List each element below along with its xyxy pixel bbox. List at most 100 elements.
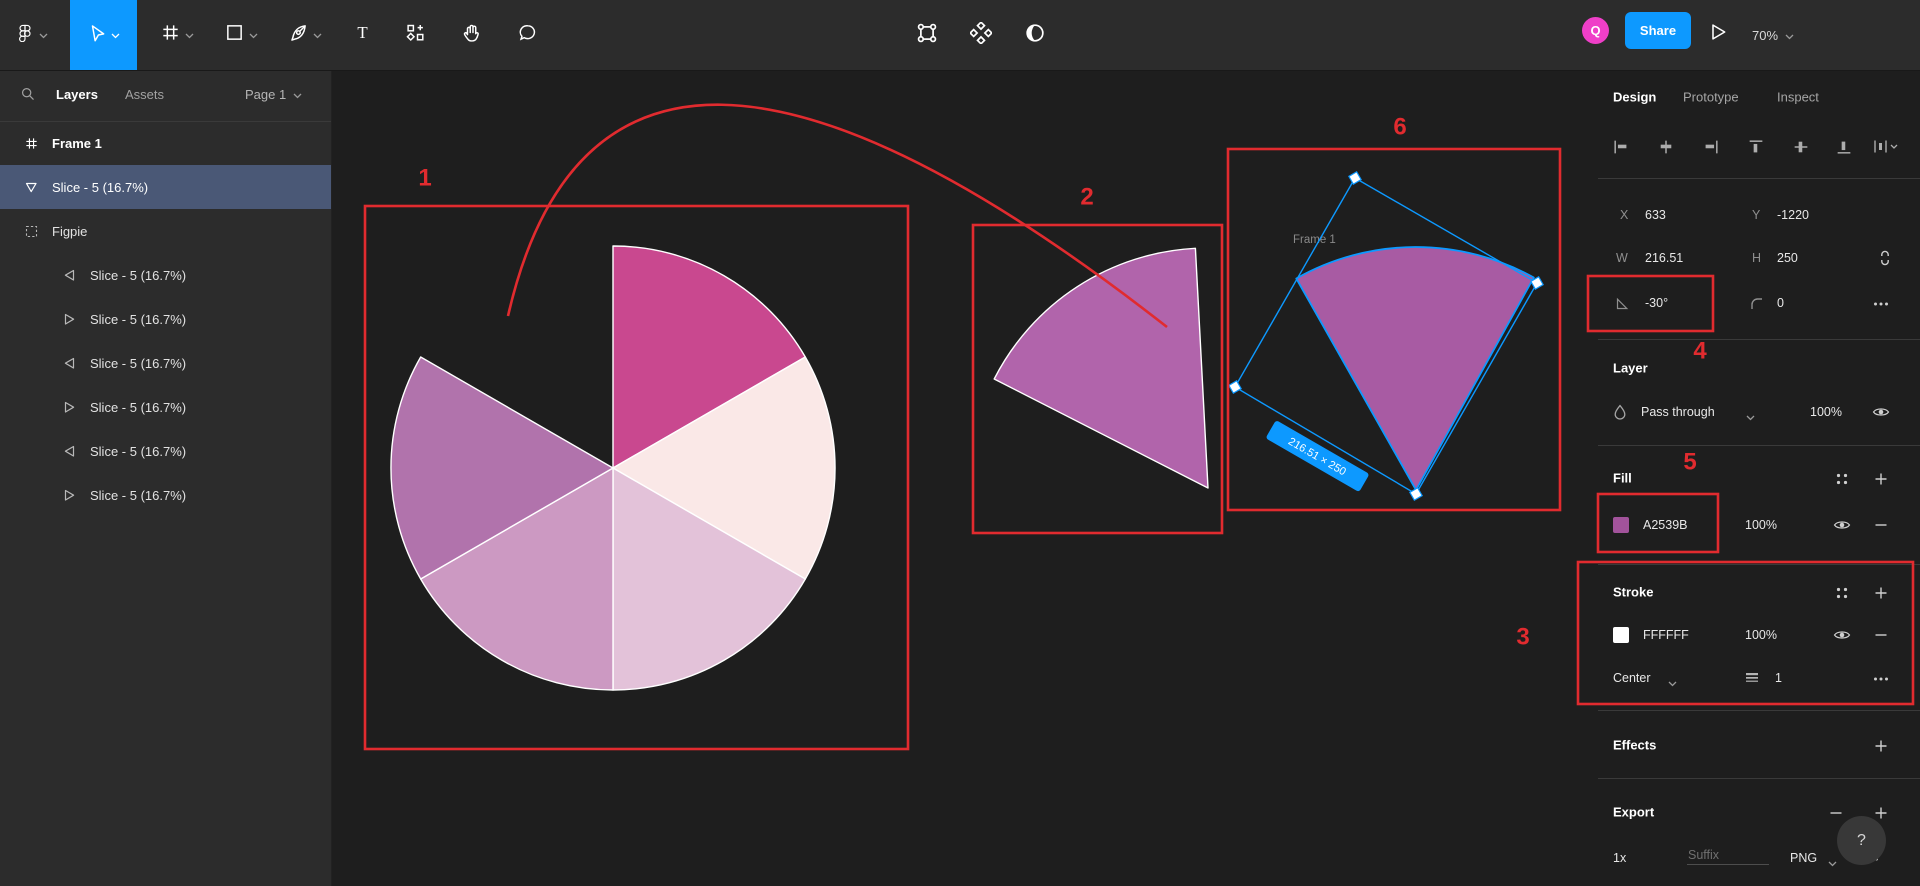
- move-tool-button[interactable]: [70, 0, 137, 70]
- layer-label: Slice - 5 (16.7%): [52, 180, 148, 195]
- remove-stroke-icon[interactable]: [1872, 626, 1890, 649]
- pen-tool-button[interactable]: [276, 0, 334, 70]
- blend-mode-select[interactable]: Pass through: [1641, 405, 1715, 419]
- tab-assets[interactable]: Assets: [125, 87, 164, 102]
- dashed-frame-icon: [24, 224, 39, 239]
- align-vertical-center-icon[interactable]: [1792, 138, 1810, 161]
- w-field[interactable]: 216.51: [1645, 251, 1683, 265]
- styles-icon[interactable]: [1833, 584, 1851, 607]
- toolbar-center-tools: [916, 0, 1046, 70]
- figma-menu-tool-button[interactable]: [0, 0, 64, 70]
- comment-tool-button[interactable]: [504, 0, 550, 70]
- x-field[interactable]: 633: [1645, 208, 1666, 222]
- share-button[interactable]: Share: [1625, 12, 1691, 49]
- chevron-down-icon[interactable]: [111, 26, 120, 44]
- hand-icon: [462, 23, 481, 47]
- triangle-left-icon: [62, 444, 77, 459]
- layer-opacity-field[interactable]: 100%: [1810, 405, 1842, 419]
- export-section-title: Export: [1613, 805, 1654, 820]
- export-format-select[interactable]: PNG: [1790, 851, 1817, 865]
- triangle-left-icon: [62, 268, 77, 283]
- export-suffix-input[interactable]: [1687, 846, 1769, 865]
- tab-inspect[interactable]: Inspect: [1777, 90, 1819, 105]
- layers-sidebar: Layers Assets Page 1 Frame 1 Slice - 5 (1…: [0, 71, 332, 886]
- h-field[interactable]: 250: [1777, 251, 1798, 265]
- pen-icon: [289, 23, 308, 47]
- stroke-opacity-field[interactable]: 100%: [1745, 628, 1777, 642]
- chevron-down-icon[interactable]: [249, 26, 258, 44]
- tab-design[interactable]: Design: [1613, 90, 1656, 105]
- fill-color-swatch[interactable]: [1613, 517, 1629, 533]
- align-bottom-icon[interactable]: [1835, 138, 1853, 161]
- text-tool-button[interactable]: T: [340, 0, 384, 70]
- layer-row[interactable]: Slice - 5 (16.7%): [0, 429, 331, 473]
- layer-row[interactable]: Slice - 5 (16.7%): [0, 473, 331, 517]
- w-label: W: [1616, 251, 1628, 265]
- more-options-icon[interactable]: [1872, 295, 1890, 318]
- align-top-icon[interactable]: [1747, 138, 1765, 161]
- canvas[interactable]: [331, 71, 1597, 886]
- shape-tool-button[interactable]: [212, 0, 270, 70]
- fill-hex-field[interactable]: A2539B: [1643, 518, 1687, 532]
- mask-tool-button[interactable]: [1024, 22, 1046, 49]
- advanced-stroke-icon[interactable]: [1872, 670, 1890, 693]
- visibility-eye-icon[interactable]: [1833, 626, 1851, 649]
- help-button[interactable]: ?: [1837, 816, 1886, 865]
- fill-opacity-field[interactable]: 100%: [1745, 518, 1777, 532]
- chevron-down-icon[interactable]: [313, 26, 322, 44]
- layer-row[interactable]: Slice - 5 (16.7%): [0, 253, 331, 297]
- stroke-hex-field[interactable]: FFFFFF: [1643, 628, 1689, 642]
- chevron-down-icon[interactable]: [39, 26, 48, 44]
- stroke-color-swatch[interactable]: [1613, 627, 1629, 643]
- frame-tool-button[interactable]: [148, 0, 206, 70]
- present-play-icon[interactable]: [1708, 22, 1728, 47]
- align-horizontal-center-icon[interactable]: [1657, 138, 1675, 161]
- y-label: Y: [1752, 208, 1760, 222]
- hand-tool-button[interactable]: [448, 0, 494, 70]
- figma-logo-icon: [16, 24, 34, 47]
- add-effect-icon[interactable]: [1872, 737, 1890, 760]
- distribute-icon[interactable]: [1872, 138, 1898, 160]
- rotation-icon: [1613, 295, 1631, 318]
- rotation-field[interactable]: -30°: [1645, 296, 1668, 310]
- layer-row[interactable]: Frame 1: [0, 121, 331, 165]
- blend-mode-icon: [1611, 403, 1629, 426]
- layer-row[interactable]: Slice - 5 (16.7%): [0, 297, 331, 341]
- add-stroke-icon[interactable]: [1872, 584, 1890, 607]
- y-field[interactable]: -1220: [1777, 208, 1809, 222]
- page-selector-label: Page 1: [245, 87, 286, 102]
- remove-fill-icon[interactable]: [1872, 516, 1890, 539]
- add-fill-icon[interactable]: [1872, 470, 1890, 493]
- align-right-icon[interactable]: [1702, 138, 1720, 161]
- edit-object-tool-button[interactable]: [916, 22, 938, 49]
- layer-row[interactable]: Slice - 5 (16.7%): [0, 385, 331, 429]
- page-selector[interactable]: Page 1: [245, 87, 302, 102]
- styles-icon[interactable]: [1833, 470, 1851, 493]
- chevron-down-icon[interactable]: [185, 26, 194, 44]
- resources-tool-button[interactable]: [392, 0, 438, 70]
- tab-prototype[interactable]: Prototype: [1683, 90, 1739, 105]
- tab-layers[interactable]: Layers: [56, 87, 98, 102]
- align-left-icon[interactable]: [1612, 138, 1630, 161]
- triangle-right-icon: [62, 312, 77, 327]
- corner-radius-field[interactable]: 0: [1777, 296, 1784, 310]
- layer-row[interactable]: Slice - 5 (16.7%): [0, 165, 331, 209]
- layer-label: Slice - 5 (16.7%): [90, 444, 186, 459]
- visibility-eye-icon[interactable]: [1872, 403, 1890, 426]
- variants-tool-button[interactable]: [970, 22, 992, 49]
- constrain-proportions-icon[interactable]: [1876, 249, 1894, 272]
- export-scale-select[interactable]: 1x: [1613, 851, 1626, 865]
- layer-label: Slice - 5 (16.7%): [90, 488, 186, 503]
- zoom-level-control[interactable]: 70%: [1752, 0, 1794, 70]
- frame-icon: [161, 23, 180, 47]
- fill-section-title: Fill: [1613, 471, 1632, 486]
- layer-row[interactable]: Figpie: [0, 209, 331, 253]
- stroke-weight-field[interactable]: 1: [1775, 671, 1782, 685]
- search-icon[interactable]: [20, 86, 36, 107]
- avatar[interactable]: Q: [1582, 17, 1609, 44]
- layer-row[interactable]: Slice - 5 (16.7%): [0, 341, 331, 385]
- layer-label: Figpie: [52, 224, 87, 239]
- top-toolbar: T Q Share 70%: [0, 0, 1920, 71]
- visibility-eye-icon[interactable]: [1833, 516, 1851, 539]
- stroke-align-select[interactable]: Center: [1613, 671, 1651, 685]
